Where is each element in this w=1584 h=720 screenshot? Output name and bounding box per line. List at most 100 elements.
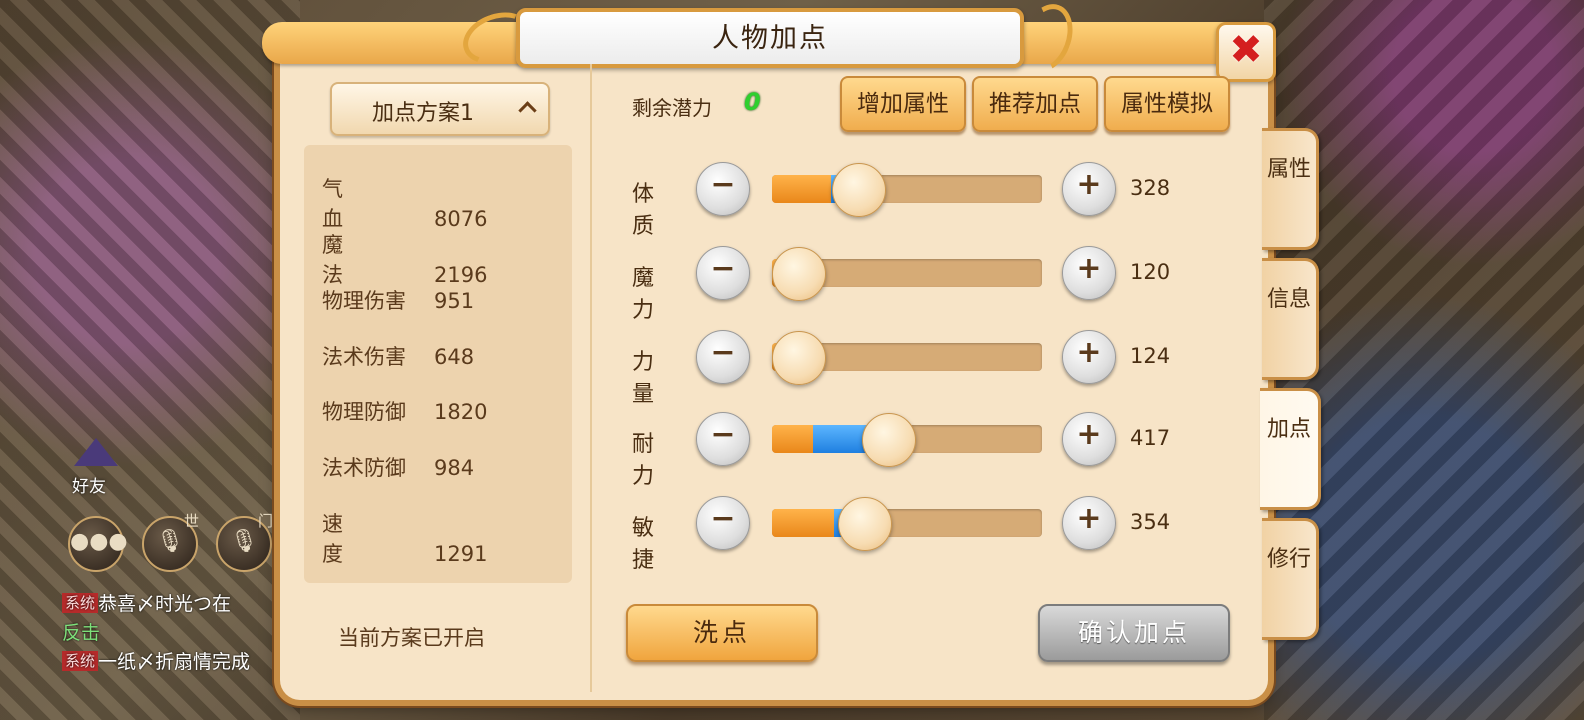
increase-button[interactable]: + (1062, 496, 1116, 550)
slider-base-fill (772, 425, 813, 453)
stat-value: 1820 (434, 400, 488, 424)
minus-icon: − (710, 167, 736, 202)
stat-name: 魔法 (322, 233, 387, 287)
potential-label: 剩余潜力 (632, 96, 712, 120)
stat-value: 984 (434, 456, 475, 480)
chat-log[interactable]: 系统 恭喜〆时光つ在 反击 系统 一纸〆折扇情完成 (62, 590, 282, 677)
friend-label: 好友 (72, 477, 106, 497)
chat-button[interactable]: ●●● (68, 516, 128, 572)
stat-row-magic-defense: 法术防御 984 (322, 452, 474, 482)
tab-add-points[interactable]: 加点 (1260, 388, 1321, 510)
recommend-points-button[interactable]: 推荐加点 (972, 76, 1098, 132)
increase-button[interactable]: + (1062, 330, 1116, 384)
attribute-slider[interactable] (772, 497, 1042, 551)
attribute-name: 体质 (632, 182, 655, 239)
decrease-button[interactable]: − (696, 412, 750, 466)
minus-icon: − (710, 417, 736, 452)
stats-box: 气血 8076 魔法 2196 物理伤害 951 法术伤害 648 物理防御 1820 法… (304, 145, 572, 583)
increase-button[interactable]: + (1062, 412, 1116, 466)
chat-text: 恭喜〆时光つ在 (98, 593, 232, 615)
system-tag: 系统 (62, 593, 99, 613)
minus-icon: − (710, 335, 736, 370)
slider-handle[interactable] (837, 497, 892, 551)
slider-handle[interactable] (832, 163, 887, 217)
sect-channel-tag: 门 (258, 512, 274, 530)
stat-value: 8076 (434, 207, 488, 231)
stat-row-physical-defense: 物理防御 1820 (322, 396, 487, 426)
friend-button[interactable]: 好友 (64, 438, 124, 498)
stat-row-physical-damage: 物理伤害 951 (322, 285, 474, 315)
slider-handle[interactable] (772, 331, 826, 385)
plan-status: 当前方案已开启 (338, 626, 485, 650)
tab-label: 加点 (1266, 417, 1311, 442)
attribute-name: 魔力 (632, 266, 655, 323)
plus-icon: + (1076, 501, 1102, 536)
attribute-value: 354 (1130, 510, 1171, 534)
minus-icon: − (710, 501, 736, 536)
attribute-name: 力量 (632, 350, 655, 407)
chat-text: 一纸〆折扇情完成 (98, 651, 251, 673)
panel-title: 人物加点 (712, 23, 828, 54)
world-channel-tag: 世 (184, 512, 200, 530)
stat-value: 951 (434, 289, 475, 313)
minus-icon: − (710, 251, 736, 286)
microphone-icon: 🎙 (230, 529, 258, 554)
stat-row-magic-damage: 法术伤害 648 (322, 341, 474, 371)
tab-label: 修行 (1266, 547, 1311, 572)
stat-row-mp: 魔法 2196 (322, 229, 487, 289)
chat-line: 反击 (62, 622, 101, 644)
plus-icon: + (1076, 417, 1102, 452)
tab-cultivation[interactable]: 修行 (1262, 518, 1319, 640)
tab-label: 信息 (1266, 287, 1311, 312)
tab-info[interactable]: 信息 (1262, 258, 1319, 380)
increase-button[interactable]: + (1062, 246, 1116, 300)
attribute-slider[interactable] (772, 331, 1042, 385)
attribute-name: 耐力 (632, 432, 655, 489)
plus-icon: + (1076, 251, 1102, 286)
plus-icon: + (1076, 335, 1102, 370)
attribute-slider[interactable] (772, 163, 1042, 217)
add-attribute-button[interactable]: 增加属性 (840, 76, 966, 132)
attribute-value: 417 (1130, 426, 1171, 450)
stat-name: 法术伤害 (322, 345, 406, 369)
stat-name: 法术防御 (322, 456, 406, 480)
attribute-slider[interactable] (772, 247, 1042, 301)
attribute-name: 敏捷 (632, 516, 655, 573)
confirm-points-button[interactable]: 确认加点 (1038, 604, 1230, 662)
decrease-button[interactable]: − (696, 496, 750, 550)
increase-button[interactable]: + (1062, 162, 1116, 216)
close-button[interactable]: ✖ (1216, 22, 1276, 82)
close-icon: ✖ (1229, 27, 1263, 73)
slider-base-fill (772, 509, 835, 537)
attribute-value: 120 (1130, 260, 1171, 284)
attribute-value: 124 (1130, 344, 1171, 368)
slider-handle[interactable] (862, 413, 917, 467)
stat-row-hp: 气血 8076 (322, 173, 487, 233)
slider-handle[interactable] (772, 247, 826, 301)
chat-bubble-icon: ●●● (70, 529, 128, 554)
simulate-attribute-button[interactable]: 属性模拟 (1104, 76, 1230, 132)
decrease-button[interactable]: − (696, 330, 750, 384)
chat-line: 系统 一纸〆折扇情完成 (62, 648, 282, 677)
tab-label: 属性 (1266, 157, 1311, 182)
attribute-slider[interactable] (772, 413, 1042, 467)
plan-label: 加点方案1 (372, 101, 474, 126)
attribute-value: 328 (1130, 176, 1171, 200)
microphone-icon: 🎙 (156, 529, 184, 554)
stat-name: 物理防御 (322, 400, 406, 424)
reset-points-button[interactable]: 洗点 (626, 604, 818, 662)
stat-value: 2196 (434, 263, 488, 287)
decrease-button[interactable]: − (696, 162, 750, 216)
column-divider (590, 64, 592, 692)
stat-row-speed: 速度 1291 (322, 508, 487, 568)
chevron-up-icon (518, 101, 537, 120)
stat-value: 648 (434, 345, 475, 369)
plan-selector[interactable]: 加点方案1 (330, 82, 550, 136)
stat-name: 气血 (322, 177, 387, 231)
stat-name: 速度 (322, 512, 387, 566)
decrease-button[interactable]: − (696, 246, 750, 300)
chat-line: 系统 恭喜〆时光つ在 (62, 590, 282, 619)
plus-icon: + (1076, 167, 1102, 202)
tab-attributes[interactable]: 属性 (1262, 128, 1319, 250)
stat-name: 物理伤害 (322, 289, 406, 313)
